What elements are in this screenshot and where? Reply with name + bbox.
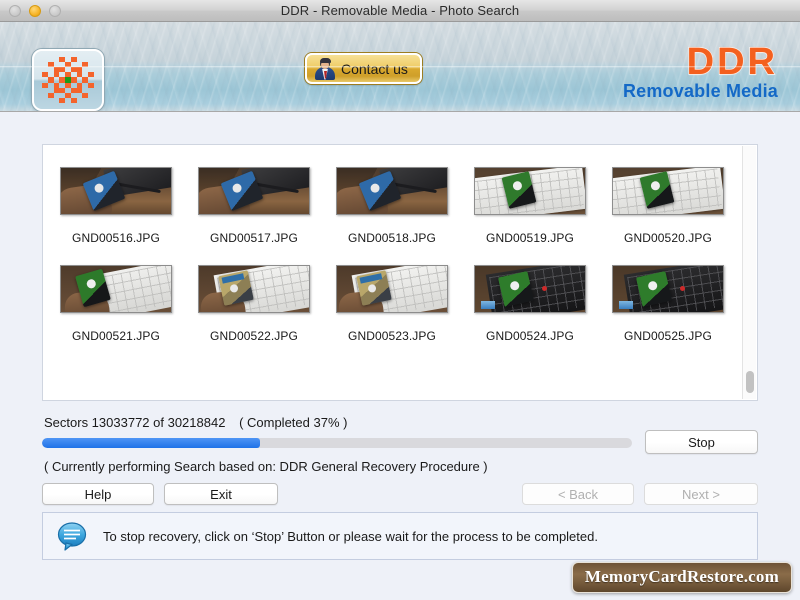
contact-us-button[interactable]: Contact us <box>305 53 422 84</box>
completed-percent-label: ( Completed 37% ) <box>239 415 347 430</box>
photo-thumbnail[interactable] <box>474 167 586 215</box>
person-icon <box>315 58 335 80</box>
thumbnail-filename: GND00516.JPG <box>72 231 160 245</box>
info-message-box: To stop recovery, click on ‘Stop’ Button… <box>42 512 758 560</box>
thumbnail-grid: GND00516.JPG GND00517.JPG GND00518.JPG <box>43 145 741 343</box>
exit-button[interactable]: Exit <box>164 483 278 505</box>
list-item[interactable]: GND00517.JPG <box>185 157 323 245</box>
window-title: DDR - Removable Media - Photo Search <box>0 3 800 18</box>
progress-bar <box>42 438 632 448</box>
thumbnail-panel: GND00516.JPG GND00517.JPG GND00518.JPG <box>42 144 758 401</box>
list-item[interactable]: GND00519.JPG <box>461 157 599 245</box>
thumbnail-filename: GND00518.JPG <box>348 231 436 245</box>
speech-bubble-icon <box>57 521 89 551</box>
sectors-label: Sectors 13033772 of 30218842 <box>44 415 225 430</box>
list-item[interactable]: GND00516.JPG <box>47 157 185 245</box>
photo-thumbnail[interactable] <box>198 265 310 313</box>
photo-thumbnail[interactable] <box>60 167 172 215</box>
thumbnail-filename: GND00524.JPG <box>486 329 574 343</box>
back-button: < Back <box>522 483 634 505</box>
maximize-button-icon[interactable] <box>49 5 61 17</box>
thumbnail-scroll-area: GND00516.JPG GND00517.JPG GND00518.JPG <box>43 145 741 400</box>
photo-thumbnail[interactable] <box>336 265 448 313</box>
list-item[interactable]: GND00520.JPG <box>599 157 737 245</box>
thumbnail-filename: GND00523.JPG <box>348 329 436 343</box>
thumbnail-filename: GND00517.JPG <box>210 231 298 245</box>
photo-thumbnail[interactable] <box>612 265 724 313</box>
photo-thumbnail[interactable] <box>198 167 310 215</box>
header-banner: Contact us DDR Removable Media <box>0 22 800 112</box>
brand-block: DDR Removable Media <box>623 42 778 102</box>
checker-pattern <box>34 51 102 109</box>
help-button[interactable]: Help <box>42 483 154 505</box>
thumbnail-filename: GND00520.JPG <box>624 231 712 245</box>
thumbnail-filename: GND00521.JPG <box>72 329 160 343</box>
ddr-app-icon <box>32 49 104 111</box>
contact-us-label: Contact us <box>341 61 408 77</box>
photo-thumbnail[interactable] <box>336 167 448 215</box>
thumbnail-filename: GND00525.JPG <box>624 329 712 343</box>
list-item[interactable]: GND00521.JPG <box>47 255 185 343</box>
minimize-button-icon[interactable] <box>29 5 41 17</box>
search-status-text: ( Currently performing Search based on: … <box>44 459 488 474</box>
next-button: Next > <box>644 483 758 505</box>
list-item[interactable]: GND00522.JPG <box>185 255 323 343</box>
stop-button[interactable]: Stop <box>645 430 758 454</box>
close-button-icon[interactable] <box>9 5 21 17</box>
watermark-badge: MemoryCardRestore.com <box>572 562 792 593</box>
title-bar: DDR - Removable Media - Photo Search <box>0 0 800 22</box>
traffic-light-group <box>9 5 61 17</box>
list-item[interactable]: GND00524.JPG <box>461 255 599 343</box>
brand-name: DDR <box>623 42 778 82</box>
thumbnail-filename: GND00522.JPG <box>210 329 298 343</box>
vertical-scrollbar[interactable] <box>742 146 756 399</box>
info-message-text: To stop recovery, click on ‘Stop’ Button… <box>103 529 598 544</box>
photo-thumbnail[interactable] <box>474 265 586 313</box>
main-body: GND00516.JPG GND00517.JPG GND00518.JPG <box>0 112 800 600</box>
list-item[interactable]: GND00523.JPG <box>323 255 461 343</box>
brand-subtitle: Removable Media <box>623 80 778 102</box>
progress-bar-fill <box>42 438 260 448</box>
application-window: DDR - Removable Media - Photo Search <box>0 0 800 600</box>
scrollbar-thumb[interactable] <box>746 371 754 393</box>
photo-thumbnail[interactable] <box>60 265 172 313</box>
list-item[interactable]: GND00525.JPG <box>599 255 737 343</box>
thumbnail-filename: GND00519.JPG <box>486 231 574 245</box>
photo-thumbnail[interactable] <box>612 167 724 215</box>
list-item[interactable]: GND00518.JPG <box>323 157 461 245</box>
sector-progress-text: Sectors 13033772 of 30218842 ( Completed… <box>44 415 347 430</box>
